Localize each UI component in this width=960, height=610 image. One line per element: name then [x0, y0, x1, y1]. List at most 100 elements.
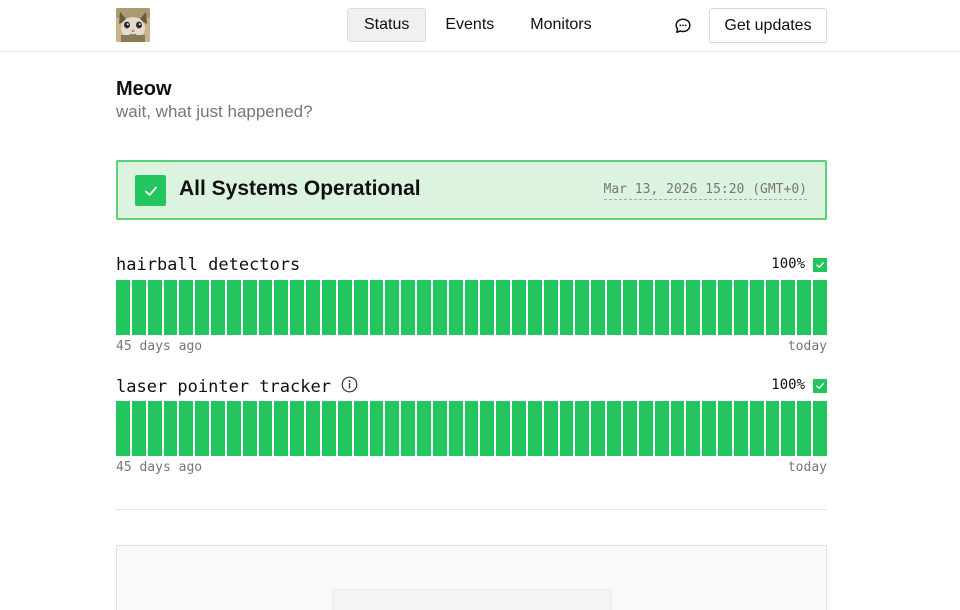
uptime-day-bar[interactable]	[337, 280, 352, 335]
uptime-day-bar[interactable]	[718, 280, 732, 335]
uptime-day-bar[interactable]	[163, 401, 178, 456]
get-updates-button[interactable]: Get updates	[709, 8, 827, 43]
uptime-day-bar[interactable]	[527, 401, 542, 456]
uptime-day-bar[interactable]	[686, 280, 701, 335]
uptime-day-bar[interactable]	[623, 401, 637, 456]
uptime-day-bar[interactable]	[733, 280, 748, 335]
uptime-day-bar[interactable]	[432, 401, 447, 456]
nav-events[interactable]: Events	[428, 8, 511, 42]
info-icon[interactable]	[341, 376, 358, 398]
uptime-day-bar[interactable]	[797, 401, 812, 456]
nav-monitors[interactable]: Monitors	[513, 8, 608, 42]
uptime-day-bar[interactable]	[258, 280, 273, 335]
uptime-day-bar[interactable]	[306, 401, 320, 456]
uptime-day-bar[interactable]	[781, 401, 796, 456]
uptime-day-bar[interactable]	[242, 401, 257, 456]
uptime-day-bar[interactable]	[575, 280, 590, 335]
uptime-day-bar[interactable]	[417, 401, 431, 456]
uptime-day-bar[interactable]	[702, 401, 717, 456]
uptime-day-bar[interactable]	[290, 401, 305, 456]
uptime-day-bar[interactable]	[496, 401, 511, 456]
uptime-day-bar[interactable]	[417, 280, 431, 335]
uptime-day-bar[interactable]	[242, 280, 257, 335]
uptime-day-bar[interactable]	[670, 401, 685, 456]
uptime-day-bar[interactable]	[116, 280, 130, 335]
uptime-day-bar[interactable]	[781, 280, 796, 335]
uptime-day-bar[interactable]	[401, 401, 416, 456]
uptime-day-bar[interactable]	[195, 280, 210, 335]
uptime-day-bar[interactable]	[211, 401, 225, 456]
uptime-day-bar[interactable]	[290, 280, 305, 335]
uptime-day-bar[interactable]	[337, 401, 352, 456]
uptime-day-bar[interactable]	[116, 401, 130, 456]
uptime-bars	[116, 280, 827, 335]
uptime-day-bar[interactable]	[321, 401, 336, 456]
uptime-day-bar[interactable]	[749, 280, 764, 335]
uptime-day-bar[interactable]	[195, 401, 210, 456]
uptime-day-bar[interactable]	[226, 401, 241, 456]
uptime-day-bar[interactable]	[369, 280, 384, 335]
uptime-day-bar[interactable]	[448, 280, 463, 335]
uptime-day-bar[interactable]	[686, 401, 701, 456]
uptime-day-bar[interactable]	[480, 401, 495, 456]
uptime-day-bar[interactable]	[179, 280, 194, 335]
cat-logo[interactable]	[116, 8, 150, 42]
uptime-day-bar[interactable]	[591, 280, 606, 335]
uptime-day-bar[interactable]	[638, 280, 653, 335]
uptime-day-bar[interactable]	[131, 280, 146, 335]
uptime-day-bar[interactable]	[401, 280, 416, 335]
uptime-day-bar[interactable]	[607, 401, 621, 456]
uptime-day-bar[interactable]	[813, 280, 827, 335]
uptime-day-bar[interactable]	[797, 280, 812, 335]
uptime-day-bar[interactable]	[702, 280, 717, 335]
uptime-day-bar[interactable]	[654, 280, 669, 335]
uptime-day-bar[interactable]	[733, 401, 748, 456]
uptime-day-bar[interactable]	[765, 280, 780, 335]
uptime-day-bar[interactable]	[147, 401, 162, 456]
uptime-day-bar[interactable]	[749, 401, 764, 456]
uptime-day-bar[interactable]	[575, 401, 590, 456]
uptime-day-bar[interactable]	[147, 280, 162, 335]
uptime-day-bar[interactable]	[274, 280, 289, 335]
uptime-day-bar[interactable]	[321, 280, 336, 335]
uptime-day-bar[interactable]	[226, 280, 241, 335]
uptime-day-bar[interactable]	[353, 401, 368, 456]
uptime-day-bar[interactable]	[496, 280, 511, 335]
uptime-day-bar[interactable]	[512, 401, 526, 456]
uptime-day-bar[interactable]	[718, 401, 732, 456]
uptime-day-bar[interactable]	[623, 280, 637, 335]
uptime-day-bar[interactable]	[527, 280, 542, 335]
uptime-day-bar[interactable]	[163, 280, 178, 335]
uptime-day-bar[interactable]	[448, 401, 463, 456]
uptime-day-bar[interactable]	[353, 280, 368, 335]
uptime-day-bar[interactable]	[179, 401, 194, 456]
uptime-day-bar[interactable]	[543, 401, 558, 456]
uptime-day-bar[interactable]	[654, 401, 669, 456]
uptime-day-bar[interactable]	[813, 401, 827, 456]
uptime-day-bar[interactable]	[274, 401, 289, 456]
uptime-day-bar[interactable]	[638, 401, 653, 456]
uptime-day-bar[interactable]	[464, 401, 479, 456]
uptime-day-bar[interactable]	[559, 280, 574, 335]
uptime-day-bar[interactable]	[385, 280, 400, 335]
uptime-day-bar[interactable]	[131, 401, 146, 456]
uptime-day-bar[interactable]	[765, 401, 780, 456]
uptime-day-bar[interactable]	[306, 280, 320, 335]
nav-status[interactable]: Status	[347, 8, 427, 42]
uptime-day-bar[interactable]	[559, 401, 574, 456]
uptime-day-bar[interactable]	[432, 280, 447, 335]
uptime-day-bar[interactable]	[385, 401, 400, 456]
uptime-day-bar[interactable]	[258, 401, 273, 456]
uptime-day-bar[interactable]	[512, 280, 526, 335]
uptime-day-bar[interactable]	[211, 280, 225, 335]
uptime-day-bar[interactable]	[480, 280, 495, 335]
chat-bubble-icon[interactable]	[670, 13, 696, 39]
uptime-day-bar[interactable]	[591, 401, 606, 456]
uptime-day-bar[interactable]	[369, 401, 384, 456]
uptime-day-bar[interactable]	[543, 280, 558, 335]
status-timestamp[interactable]: Mar 13, 2026 15:20 (GMT+0)	[603, 182, 807, 200]
uptime-day-bar[interactable]	[607, 280, 621, 335]
uptime-day-bar[interactable]	[670, 280, 685, 335]
uptime-day-bar[interactable]	[464, 280, 479, 335]
monitor-name: laser pointer tracker	[116, 376, 358, 398]
